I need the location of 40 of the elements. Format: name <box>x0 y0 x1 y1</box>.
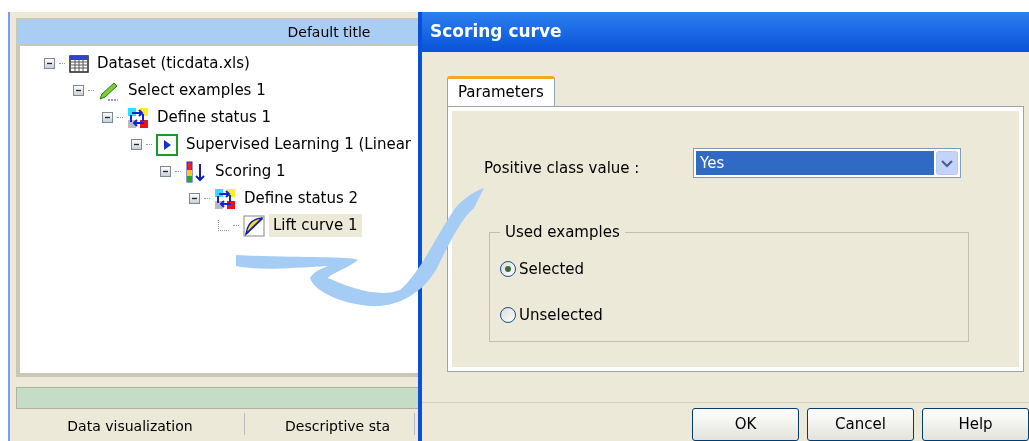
tree-item[interactable]: Scoring 1 <box>211 160 290 183</box>
dialog-button[interactable]: Help <box>922 408 1029 441</box>
minus-icon <box>162 168 169 175</box>
collapse-toggle[interactable] <box>131 139 142 150</box>
tree-item[interactable]: Supervised Learning 1 (Linear <box>182 133 415 156</box>
minus-icon <box>133 141 140 148</box>
tab[interactable]: Parameters <box>447 76 555 106</box>
radio-label: Unselected <box>519 305 603 326</box>
collapse-toggle[interactable] <box>160 166 171 177</box>
arrows-icon <box>214 187 236 210</box>
dropdown[interactable]: Yes <box>693 148 961 179</box>
scoring-icon <box>185 160 207 183</box>
arrows-icon <box>127 106 149 129</box>
pencil-icon <box>98 80 120 101</box>
tab[interactable]: Data visualization <box>16 413 245 435</box>
radio-button[interactable] <box>500 260 516 277</box>
tree-item[interactable]: Select examples 1 <box>124 79 270 102</box>
dialog-title: Scoring curve <box>422 12 1029 52</box>
radio-label: Selected <box>519 258 585 280</box>
minus-icon <box>104 114 111 121</box>
minus-icon <box>46 60 53 67</box>
tree-item[interactable]: Define status 2 <box>240 187 363 210</box>
collapse-toggle[interactable] <box>44 58 55 69</box>
tree-item[interactable]: Define status 1 <box>153 106 276 129</box>
minus-icon <box>191 195 198 202</box>
curve-icon <box>243 214 265 237</box>
collapse-toggle[interactable] <box>189 193 200 204</box>
table-icon <box>69 54 89 73</box>
dialog-button[interactable]: OK <box>692 408 799 441</box>
minus-icon <box>75 87 82 94</box>
chevron-down-icon <box>936 151 958 176</box>
tab[interactable]: Descriptive sta <box>245 413 415 435</box>
field-label: Positive class value : <box>484 158 641 179</box>
collapse-toggle[interactable] <box>102 112 113 123</box>
dialog-button[interactable]: Cancel <box>807 408 914 441</box>
collapse-toggle[interactable] <box>73 85 84 96</box>
tree-item[interactable]: Lift curve 1 <box>269 214 362 237</box>
play-icon <box>156 133 178 156</box>
tree-item[interactable]: Dataset (ticdata.xls) <box>93 52 254 75</box>
radio-button[interactable] <box>500 307 516 324</box>
